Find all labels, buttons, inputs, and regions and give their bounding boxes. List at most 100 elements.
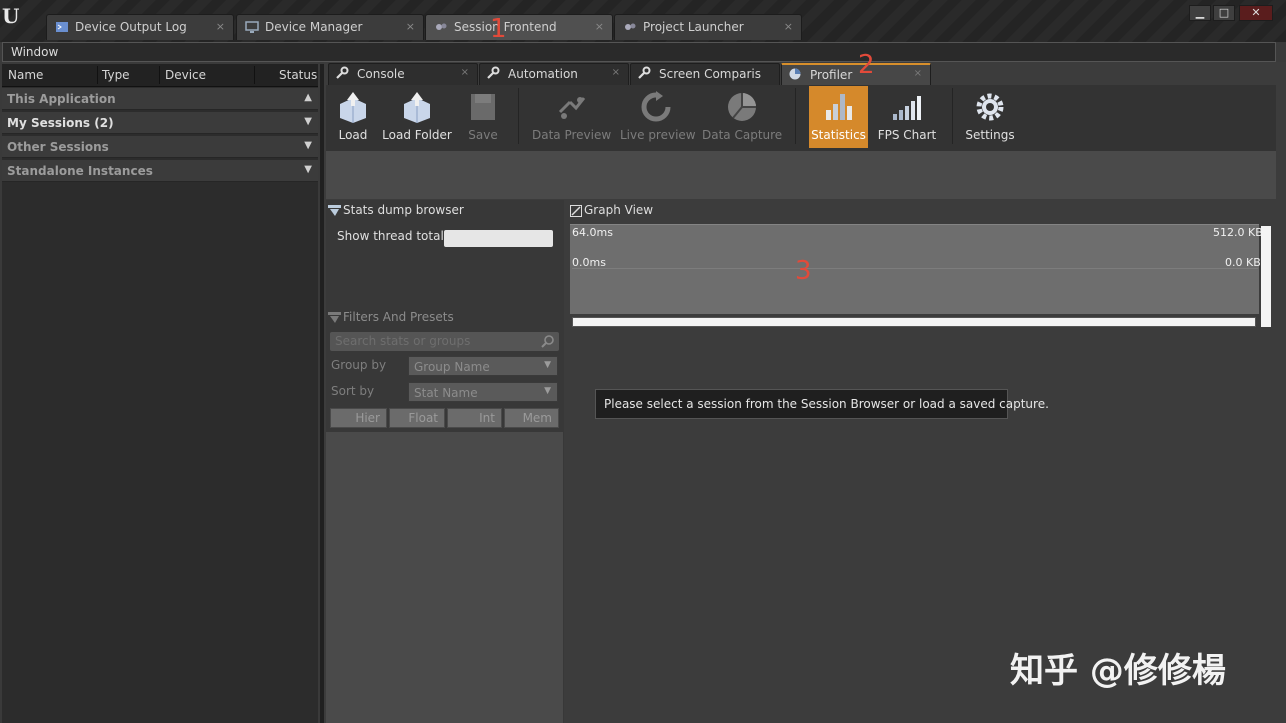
close-icon[interactable]: × (595, 20, 604, 33)
load-button[interactable]: Load (330, 86, 376, 148)
stats-dump-browser-title: Stats dump browser (343, 203, 464, 217)
graph-baseline (572, 268, 1258, 269)
expand-icon[interactable]: ▼ (304, 164, 312, 175)
graph-icon (570, 205, 582, 217)
graph-left-top-label: 64.0ms (572, 226, 613, 239)
toolbar-separator (518, 88, 519, 144)
int-button[interactable]: Int (447, 408, 502, 428)
tab-device-manager[interactable]: Device Manager × (236, 14, 424, 40)
launcher-icon (625, 23, 636, 30)
data-preview-icon (558, 97, 586, 119)
expand-icon[interactable]: ▼ (304, 116, 312, 127)
pie-chart-icon (728, 93, 756, 121)
chevron-down-icon: ▼ (544, 360, 551, 370)
session-icon (436, 23, 447, 30)
close-icon[interactable]: × (216, 20, 225, 33)
mem-button[interactable]: Mem (504, 408, 559, 428)
column-separator (97, 66, 98, 84)
close-icon[interactable]: × (406, 20, 415, 33)
graph-left-mid-label: 0.0ms (572, 256, 606, 269)
thread-totals-field[interactable] (444, 230, 553, 247)
close-window-button[interactable]: ✕ (1239, 5, 1273, 21)
expand-icon[interactable]: ▼ (304, 140, 312, 151)
wrench-icon (336, 66, 349, 79)
unreal-logo-icon: U (2, 4, 20, 28)
close-icon[interactable]: × (784, 20, 793, 33)
close-icon[interactable]: × (914, 68, 922, 79)
sort-by-dropdown[interactable]: Stat Name ▼ (408, 382, 558, 402)
fps-chart-button[interactable]: FPS Chart (876, 86, 938, 148)
load-folder-icon (404, 92, 430, 123)
tool-label: FPS Chart (877, 128, 937, 142)
button-label: Hier (355, 411, 380, 425)
select-session-message: Please select a session from the Session… (595, 389, 1049, 419)
watermark: 知乎 @修修楊 (1010, 651, 1226, 691)
gear-icon (976, 93, 1004, 121)
group-standalone-instances[interactable]: Standalone Instances ▼ (2, 160, 318, 182)
search-placeholder: Search stats or groups (335, 334, 471, 348)
annotation-3: 3 (795, 256, 812, 286)
tab-project-launcher[interactable]: Project Launcher × (614, 14, 802, 40)
chevron-down-icon: ▼ (544, 386, 551, 396)
filters-and-presets-title: Filters And Presets (343, 310, 454, 324)
tool-label: Data Capture (702, 128, 783, 142)
message-text: Please select a session from the Session… (604, 397, 1049, 411)
wrench-icon (487, 66, 500, 79)
live-preview-button[interactable]: Live preview (620, 86, 696, 148)
group-other-sessions[interactable]: Other Sessions ▼ (2, 136, 318, 158)
float-button[interactable]: Float (389, 408, 445, 428)
save-button[interactable]: Save (460, 86, 506, 148)
minimize-button[interactable]: ▁ (1189, 5, 1211, 21)
group-my-sessions[interactable]: My Sessions (2) ▼ (2, 112, 318, 134)
tab-label: Screen Comparison (659, 67, 761, 81)
tool-label: Load (338, 128, 368, 142)
column-type[interactable]: Type (102, 68, 130, 82)
data-capture-button[interactable]: Data Capture (702, 86, 782, 148)
tab-profiler[interactable]: Profiler × (781, 63, 931, 85)
column-separator (254, 66, 255, 84)
annotation-2: 2 (858, 50, 875, 80)
button-label: Float (408, 411, 438, 425)
tool-label: Load Folder (382, 128, 452, 142)
close-icon[interactable]: × (612, 67, 620, 78)
maximize-button[interactable]: □ (1213, 5, 1235, 21)
column-status[interactable]: Status (279, 68, 317, 82)
hier-button[interactable]: Hier (330, 408, 387, 428)
close-icon[interactable]: × (461, 67, 469, 78)
tool-label: Data Preview (532, 128, 612, 142)
search-stats-input[interactable]: Search stats or groups (330, 332, 559, 351)
tab-session-frontend[interactable]: Session Frontend × (425, 14, 613, 40)
settings-button[interactable]: Settings (962, 86, 1018, 148)
graph-horizontal-scrollbar[interactable] (572, 317, 1256, 327)
load-icon (340, 92, 366, 123)
bar-chart-icon (825, 94, 852, 120)
group-by-dropdown[interactable]: Group Name ▼ (408, 356, 558, 376)
statistics-button[interactable]: Statistics (809, 86, 868, 148)
menu-window[interactable]: Window (11, 45, 58, 59)
stats-tree-area (326, 432, 563, 723)
monitor-icon (245, 21, 259, 33)
column-device[interactable]: Device (165, 68, 206, 82)
column-name[interactable]: Name (8, 68, 43, 82)
group-this-application[interactable]: This Application ▲ (2, 88, 318, 110)
search-icon (541, 335, 554, 348)
tab-screen-comparison[interactable]: Screen Comparison (630, 63, 780, 85)
group-label: My Sessions (2) (7, 116, 114, 130)
tab-console[interactable]: Console × (328, 63, 478, 85)
profiler-header-band (326, 151, 1276, 199)
graph-canvas[interactable] (570, 224, 1259, 314)
tab-automation[interactable]: Automation × (479, 63, 629, 85)
dropdown-value: Group Name (414, 360, 490, 374)
tab-label: Device Manager (265, 20, 363, 34)
collapse-icon[interactable]: ▲ (304, 92, 312, 103)
button-label: Mem (522, 411, 552, 425)
group-label: This Application (7, 92, 116, 106)
graph-right-top-label: 512.0 KB (1213, 226, 1263, 239)
group-label: Other Sessions (7, 140, 109, 154)
button-label: Int (479, 411, 495, 425)
tab-device-output-log[interactable]: Device Output Log × (46, 14, 234, 40)
data-preview-button[interactable]: Data Preview (532, 86, 612, 148)
load-folder-button[interactable]: Load Folder (382, 86, 452, 148)
graph-vertical-scrollbar[interactable] (1261, 226, 1271, 327)
menu-bar: Window (2, 42, 1276, 62)
